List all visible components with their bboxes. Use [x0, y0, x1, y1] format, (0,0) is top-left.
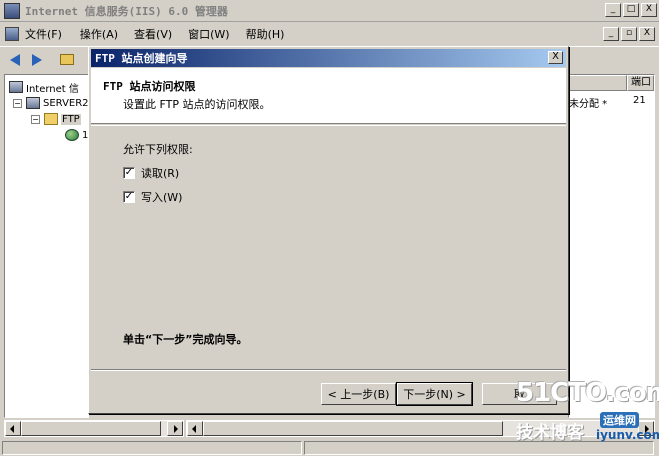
scroll-right-icon — [174, 425, 178, 433]
button-divider — [91, 369, 566, 371]
list-horizontal-scrollbar[interactable] — [186, 420, 655, 437]
child-restore-button[interactable]: ▫ — [621, 27, 637, 41]
status-bar — [0, 440, 659, 456]
wizard-step-subtitle: 设置此 FTP 站点的访问权限。 — [123, 98, 271, 111]
maximize-button[interactable]: □ — [623, 3, 639, 17]
cancel-button[interactable]: 取 — [482, 383, 557, 405]
main-title-bar: Internet 信息服务(IIS) 6.0 管理器 _ □ X — [0, 0, 659, 22]
list-scroll-thumb[interactable] — [203, 421, 503, 436]
tree-server-label: SERVER2 — [43, 97, 89, 109]
menu-file[interactable]: 文件(F) — [25, 26, 70, 42]
forward-arrow-icon — [32, 53, 42, 66]
scroll-left-icon — [10, 425, 14, 433]
child-minimize-button[interactable]: _ — [603, 27, 619, 41]
status-cell-main — [2, 441, 302, 455]
details-list-pane[interactable]: 端口 未分配 * 21 — [568, 74, 655, 418]
folder-up-icon — [60, 54, 74, 65]
header-divider — [91, 125, 566, 126]
server-icon — [26, 97, 40, 109]
back-button[interactable] — [6, 51, 24, 69]
collapse-server-toggle[interactable]: − — [13, 98, 22, 108]
menu-window[interactable]: 窗口(W) — [186, 26, 237, 42]
status-cell-secondary — [304, 441, 654, 455]
wizard-step-title: FTP 站点访问权限 — [103, 80, 196, 93]
iis-app-icon — [4, 2, 20, 19]
wizard-header: FTP 站点访问权限 设置此 FTP 站点的访问权限。 — [91, 68, 566, 124]
dialog-close-button[interactable]: X — [548, 51, 563, 64]
read-permission-option[interactable]: ✓ 读取(R) — [123, 165, 179, 181]
tree-item-ftp-site[interactable]: 1 — [65, 127, 88, 143]
tree-pane[interactable]: Internet 信 − SERVER2 − FTP 1 — [4, 74, 89, 418]
tree-item-server[interactable]: − SERVER2 — [13, 95, 89, 111]
next-step-button[interactable]: 下一步(N) > — [396, 382, 473, 406]
ftp-site-globe-icon — [65, 129, 79, 141]
close-button[interactable]: X — [641, 3, 657, 17]
ftp-site-wizard-dialog: FTP 站点创建向导 X FTP 站点访问权限 设置此 FTP 站点的访问权限。… — [88, 46, 569, 414]
window-controls: _ □ X — [605, 3, 657, 17]
list-scroll-left-icon — [192, 425, 196, 433]
iis-root-icon — [9, 81, 23, 93]
list-cell-assignment: 未分配 * — [569, 99, 608, 110]
column-header-port[interactable]: 端口 — [627, 75, 654, 91]
scroll-left-button[interactable] — [5, 421, 21, 436]
scroll-right-button[interactable] — [167, 421, 183, 436]
read-checkbox[interactable]: ✓ — [123, 167, 135, 179]
child-window-controls: _ ▫ X — [603, 27, 655, 41]
minimize-button[interactable]: _ — [605, 3, 621, 17]
write-permission-option[interactable]: ✓ 写入(W) — [123, 189, 182, 205]
back-arrow-icon — [10, 53, 20, 66]
menu-help[interactable]: 帮助(H) — [244, 26, 293, 42]
tree-ftp-label: FTP — [61, 113, 81, 125]
child-close-button[interactable]: X — [639, 27, 655, 41]
permissions-label: 允许下列权限: — [123, 143, 193, 156]
tree-item-root[interactable]: Internet 信 — [9, 79, 79, 95]
write-checkbox[interactable]: ✓ — [123, 191, 135, 203]
scroll-thumb[interactable] — [21, 421, 161, 436]
write-checkbox-label: 写入(W) — [141, 191, 183, 204]
folder-icon — [44, 113, 58, 125]
menu-view[interactable]: 查看(V) — [132, 26, 180, 42]
back-step-button[interactable]: < 上一步(B) — [321, 383, 396, 405]
menu-bar: 文件(F) 操作(A) 查看(V) 窗口(W) 帮助(H) _ ▫ X — [0, 23, 659, 45]
dialog-title: FTP 站点创建向导 — [95, 52, 188, 65]
tree-item-ftp[interactable]: − FTP — [31, 111, 81, 127]
list-scroll-left-button[interactable] — [187, 421, 203, 436]
tree-horizontal-scrollbar[interactable] — [4, 420, 184, 437]
list-cell-port: 21 — [633, 95, 646, 106]
finish-instruction: 单击“下一步”完成向导。 — [123, 333, 248, 346]
forward-button[interactable] — [28, 51, 46, 69]
tree-root-label: Internet 信 — [26, 83, 79, 95]
menu-action[interactable]: 操作(A) — [78, 26, 126, 42]
collapse-ftp-toggle[interactable]: − — [31, 114, 40, 124]
read-checkbox-label: 读取(R) — [141, 167, 180, 180]
up-level-button[interactable] — [58, 51, 76, 69]
list-scroll-right-icon — [645, 425, 649, 433]
mmc-console-icon[interactable] — [5, 27, 19, 41]
column-header-blank[interactable] — [569, 75, 627, 91]
dialog-title-bar[interactable]: FTP 站点创建向导 X — [91, 49, 566, 67]
window-title: Internet 信息服务(IIS) 6.0 管理器 — [25, 4, 228, 18]
list-scroll-right-button[interactable] — [638, 421, 654, 436]
